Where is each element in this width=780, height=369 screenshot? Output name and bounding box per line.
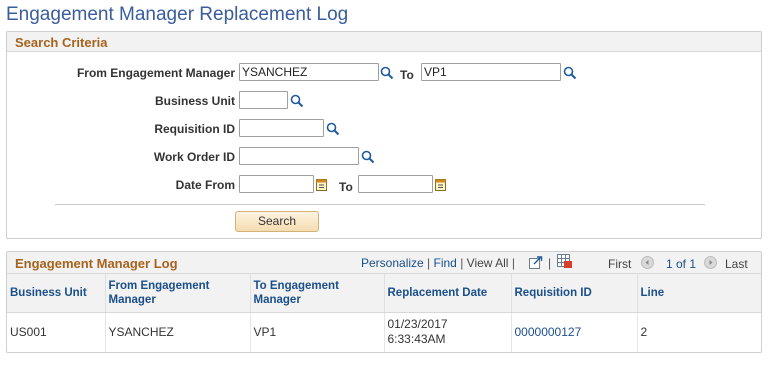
replacement-time-value: 6:33:43AM xyxy=(387,332,446,347)
requisition-id-input[interactable] xyxy=(239,119,324,137)
work-order-id-label: Work Order ID xyxy=(153,150,235,164)
search-button[interactable]: Search xyxy=(235,211,319,232)
cell-requisition-id: 0000000127 xyxy=(511,312,638,352)
cell-line: 2 xyxy=(640,324,648,339)
log-table: Business Unit From Engagement Manager To… xyxy=(7,274,761,352)
date-to-input[interactable] xyxy=(358,175,433,193)
nav-separator: | xyxy=(427,256,431,270)
engagement-manager-log-grid: Engagement Manager Log Personalize | Fin… xyxy=(6,251,762,353)
to-manager-input[interactable] xyxy=(421,63,561,81)
search-criteria-header: Search Criteria xyxy=(7,32,761,52)
from-manager-input[interactable] xyxy=(239,63,379,81)
previous-arrow-icon[interactable] xyxy=(641,256,654,269)
view-all-link[interactable]: View All xyxy=(467,256,509,270)
date-to-calendar-icon[interactable] xyxy=(435,178,446,191)
cell-to-manager: VP1 xyxy=(250,312,385,352)
nav-separator: | xyxy=(548,256,552,270)
new-window-icon[interactable] xyxy=(529,256,543,269)
table-row: US001 YSANCHEZ VP1 01/23/2017 6:33:43AM … xyxy=(7,312,761,352)
cell-business-unit: US001 xyxy=(7,312,106,352)
search-criteria-group: Search Criteria From Engagement Manager … xyxy=(6,31,762,239)
replacement-date-value: 01/23/2017 xyxy=(387,317,448,332)
find-link[interactable]: Find xyxy=(434,256,457,270)
next-arrow-icon[interactable] xyxy=(704,256,717,269)
to-manager-lookup-icon[interactable] xyxy=(563,66,577,80)
table-header-row: Business Unit From Engagement Manager To… xyxy=(7,274,761,313)
to-manager-label: To xyxy=(400,68,414,82)
row-range: 1 of 1 xyxy=(666,257,697,271)
requisition-id-lookup-icon[interactable] xyxy=(326,122,340,136)
last-label[interactable]: Last xyxy=(725,257,748,271)
column-header-from-manager[interactable]: From Engagement Manager xyxy=(105,274,251,313)
search-divider xyxy=(55,204,705,205)
grid-navigation: Personalize | Find | View All | xyxy=(361,256,515,270)
cell-from-manager: YSANCHEZ xyxy=(105,312,251,352)
date-from-label: Date From xyxy=(175,178,235,192)
work-order-id-lookup-icon[interactable] xyxy=(361,150,375,164)
column-header-to-manager[interactable]: To Engagement Manager xyxy=(250,274,385,313)
column-header-line[interactable]: Line xyxy=(637,274,761,313)
business-unit-input[interactable] xyxy=(239,91,288,109)
cell-replacement-date: 01/23/2017 6:33:43AM xyxy=(384,312,512,352)
personalize-link[interactable]: Personalize xyxy=(361,256,424,270)
column-header-business-unit[interactable]: Business Unit xyxy=(7,274,106,313)
date-from-calendar-icon[interactable] xyxy=(316,178,327,191)
from-manager-lookup-icon[interactable] xyxy=(380,66,394,80)
first-label[interactable]: First xyxy=(608,257,631,271)
business-unit-label: Business Unit xyxy=(154,94,235,108)
page-title: Engagement Manager Replacement Log xyxy=(6,4,349,25)
grid-download-icon[interactable] xyxy=(557,254,573,269)
column-header-replacement-date[interactable]: Replacement Date xyxy=(384,274,512,313)
requisition-id-label: Requisition ID xyxy=(154,122,235,136)
business-unit-lookup-icon[interactable] xyxy=(290,94,304,108)
nav-separator: | xyxy=(511,256,515,270)
nav-separator: | xyxy=(460,256,464,270)
column-header-requisition-id[interactable]: Requisition ID xyxy=(511,274,638,313)
work-order-id-input[interactable] xyxy=(239,147,359,165)
from-manager-label: From Engagement Manager xyxy=(76,66,235,80)
date-to-label: To xyxy=(339,180,353,194)
requisition-id-link[interactable]: 0000000127 xyxy=(515,325,582,339)
date-from-input[interactable] xyxy=(239,175,314,193)
